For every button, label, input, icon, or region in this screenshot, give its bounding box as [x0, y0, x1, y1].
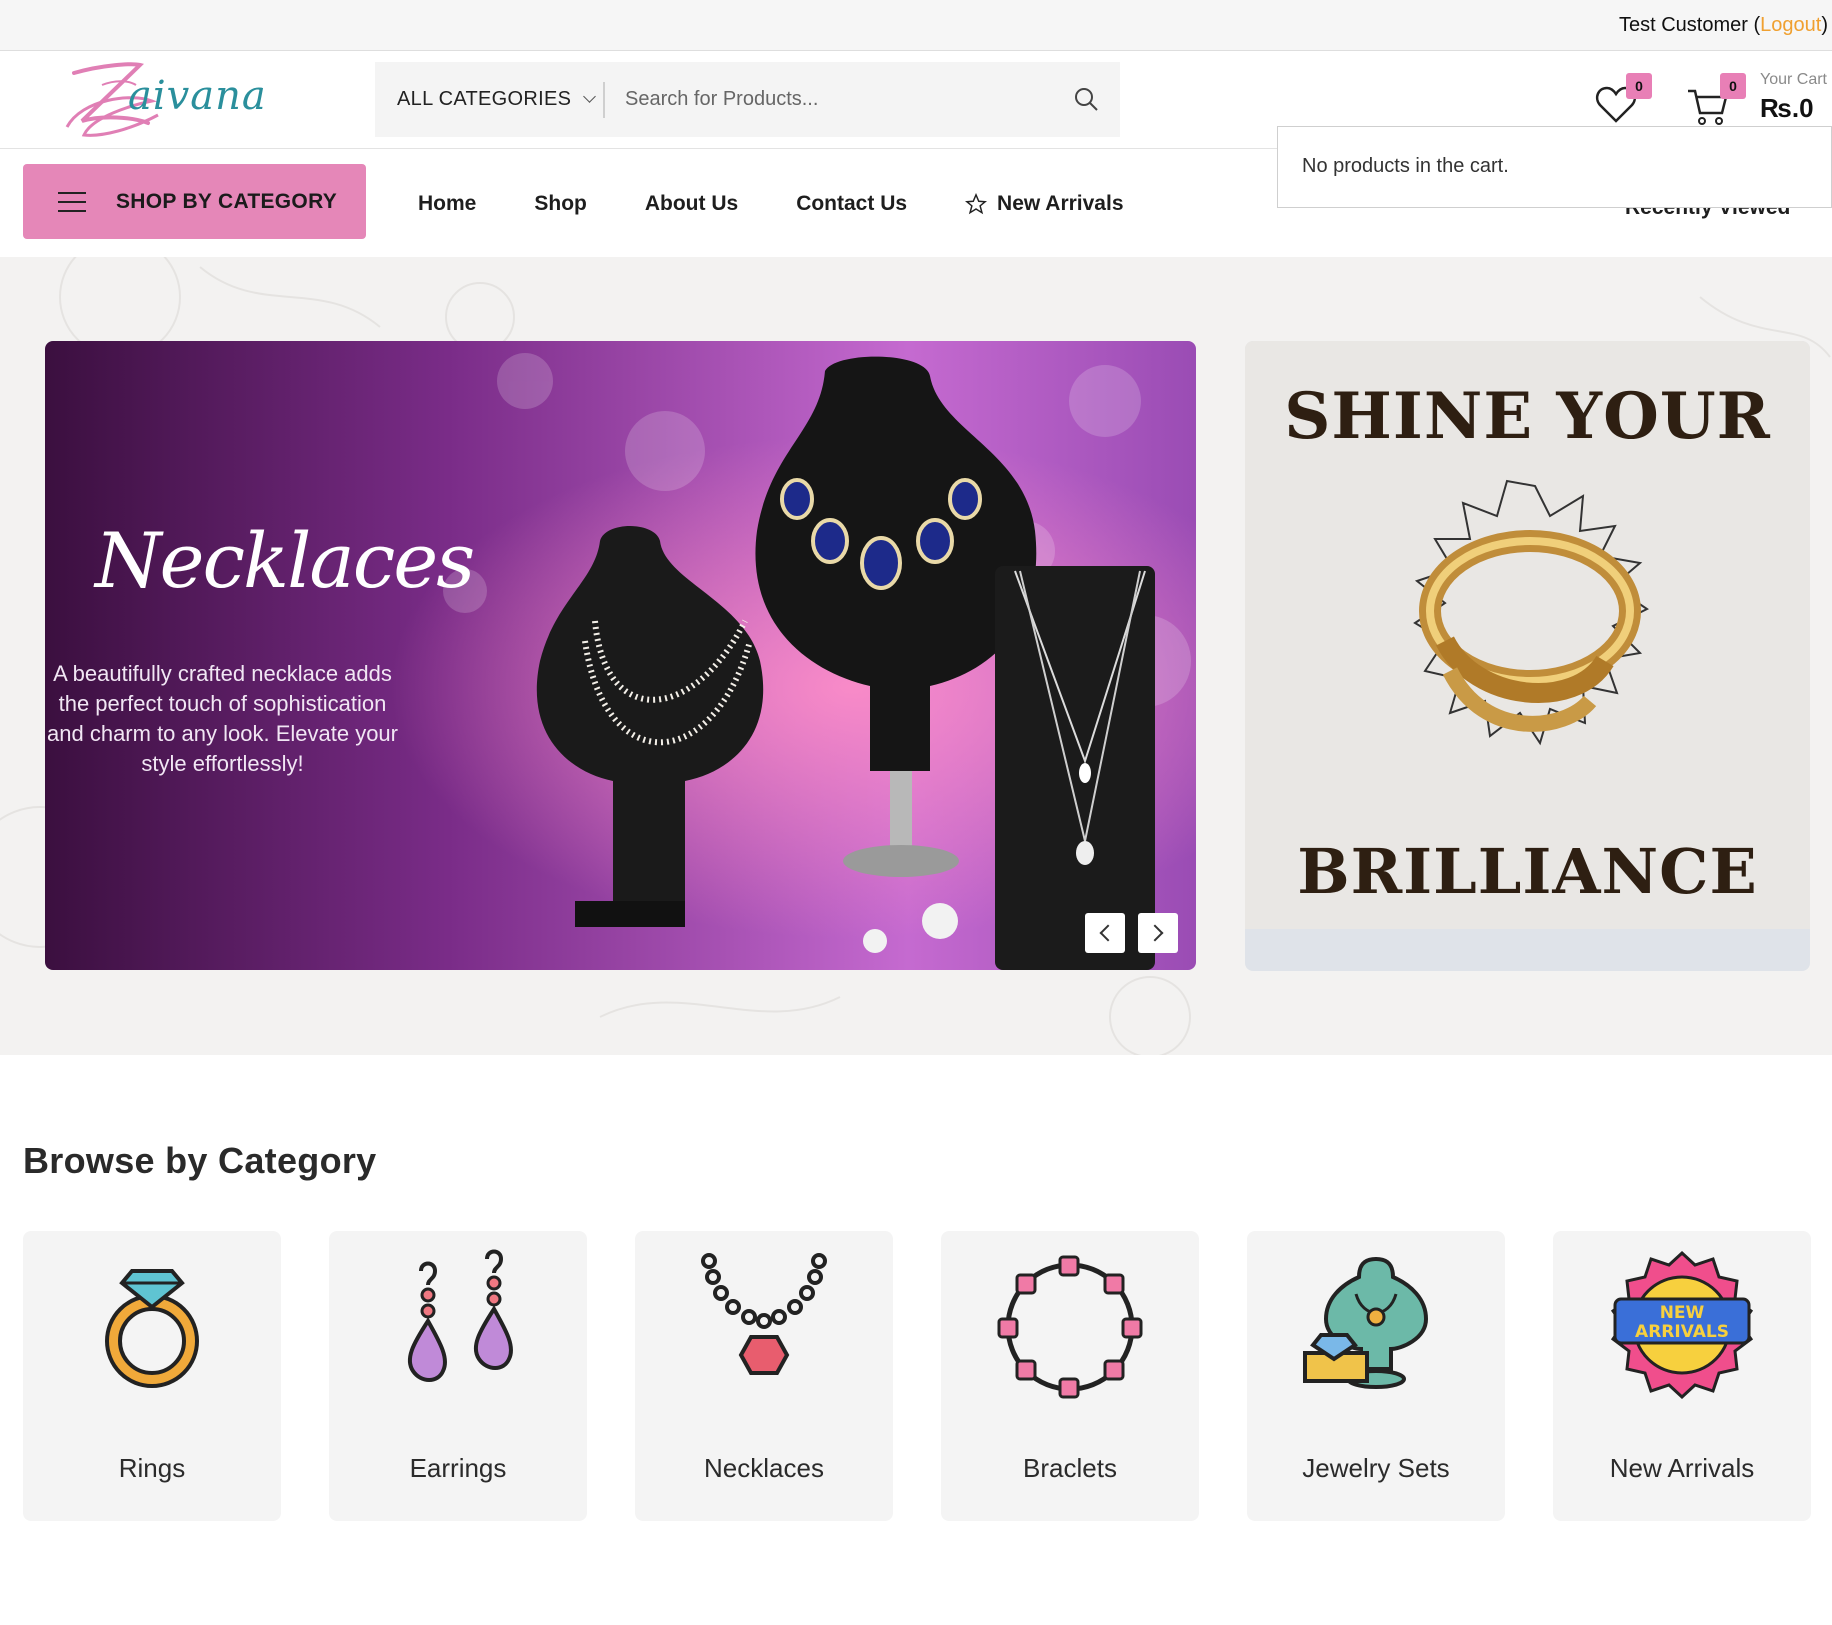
- category-name: Jewelry Sets: [1302, 1453, 1450, 1483]
- paren-close: ): [1821, 14, 1828, 36]
- category-name: Earrings: [409, 1453, 507, 1483]
- category-name: New Arrivals: [1609, 1453, 1755, 1483]
- category-name: Necklaces: [704, 1453, 824, 1483]
- shop-by-category-button[interactable]: SHOP BY CATEGORY: [23, 164, 366, 239]
- svg-text:NEW: NEW: [1660, 1303, 1705, 1323]
- cart-summary[interactable]: Your Cart ₨.0: [1760, 71, 1832, 124]
- cart-button[interactable]: 0: [1686, 73, 1746, 133]
- search-input[interactable]: [625, 74, 1055, 124]
- category-select-value: ALL CATEGORIES: [397, 88, 572, 110]
- search-bar: ALL CATEGORIES: [375, 62, 1120, 137]
- earrings-icon: [407, 1249, 514, 1382]
- browse-by-category-heading: Browse by Category: [23, 1140, 377, 1181]
- cart-dropdown: No products in the cart.: [1277, 126, 1832, 208]
- category-card-necklaces[interactable]: Necklaces: [635, 1231, 893, 1521]
- user-name: Test Customer: [1618, 14, 1748, 36]
- category-card-jewelry-sets[interactable]: Jewelry Sets: [1247, 1231, 1505, 1521]
- wishlist-button[interactable]: 0: [1592, 73, 1652, 133]
- category-card-new-arrivals[interactable]: NEW ARRIVALS New Arrivals: [1553, 1231, 1811, 1521]
- search-icon[interactable]: [1073, 86, 1099, 112]
- category-card-braclets[interactable]: Braclets: [941, 1231, 1199, 1521]
- category-name: Rings: [118, 1453, 186, 1483]
- necklace-display-image: [45, 341, 1196, 970]
- hero-slider[interactable]: Necklaces A beautifully crafted necklace…: [45, 341, 1196, 970]
- site-logo[interactable]: aivana: [62, 59, 266, 143]
- wishlist-count-badge: 0: [1626, 73, 1652, 99]
- nav-menu: Home Shop About Us Contact Us New Arriva…: [418, 192, 1124, 216]
- nav-item-contact-us[interactable]: Contact Us: [796, 192, 907, 216]
- logo-wordmark: aivana: [128, 73, 267, 119]
- new-arrivals-badge-icon: NEW ARRIVALS: [1610, 1250, 1754, 1399]
- promo-headline-top: SHINE YOUR: [1284, 379, 1771, 454]
- category-grid: Rings Earrings Necklaces Braclets Jewelr…: [23, 1231, 1811, 1521]
- star-icon: [965, 193, 988, 215]
- hero-section: Necklaces A beautifully crafted necklace…: [0, 257, 1832, 1055]
- account-info: Test Customer (Logout): [1619, 14, 1828, 37]
- promo-headline-bottom: BRILLIANCE: [1297, 835, 1758, 908]
- chevron-down-icon: [583, 90, 597, 103]
- svg-text:ARRIVALS: ARRIVALS: [1635, 1322, 1729, 1342]
- chevron-right-icon: [1146, 924, 1164, 942]
- slide-title: Necklaces: [95, 516, 475, 605]
- nav-item-home[interactable]: Home: [418, 192, 476, 216]
- jewelry-set-icon: [1303, 1256, 1429, 1389]
- bracelet-icon: [997, 1255, 1143, 1399]
- nav-item-new-arrivals-label: New Arrivals: [997, 192, 1124, 215]
- nav-item-shop[interactable]: Shop: [534, 192, 587, 216]
- hamburger-icon: [58, 191, 86, 212]
- nav-item-about-us[interactable]: About Us: [645, 192, 738, 216]
- category-card-earrings[interactable]: Earrings: [329, 1231, 587, 1521]
- cart-count-badge: 0: [1720, 73, 1746, 99]
- slider-prev-button[interactable]: [1085, 913, 1125, 953]
- slider-next-button[interactable]: [1138, 913, 1178, 953]
- cart-total: ₨.0: [1760, 93, 1814, 123]
- category-card-rings[interactable]: Rings: [23, 1231, 281, 1521]
- slide-description: A beautifully crafted necklace adds the …: [47, 661, 398, 776]
- cart-empty-message: No products in the cart.: [1302, 155, 1509, 177]
- category-name: Braclets: [1023, 1453, 1117, 1483]
- category-select[interactable]: ALL CATEGORIES: [397, 62, 597, 137]
- search-divider: [603, 82, 605, 118]
- necklace-icon: [701, 1253, 827, 1375]
- cart-label: Your Cart: [1760, 71, 1827, 88]
- chevron-left-icon: [1099, 924, 1117, 942]
- nav-item-new-arrivals[interactable]: New Arrivals: [965, 192, 1124, 216]
- ring-icon: [105, 1269, 199, 1388]
- top-bar: Test Customer (Logout): [0, 0, 1832, 51]
- shop-by-category-label: SHOP BY CATEGORY: [116, 189, 338, 213]
- promo-banner[interactable]: SHINE YOUR BRILLIANCE: [1245, 341, 1810, 971]
- logout-link[interactable]: Logout: [1760, 14, 1821, 36]
